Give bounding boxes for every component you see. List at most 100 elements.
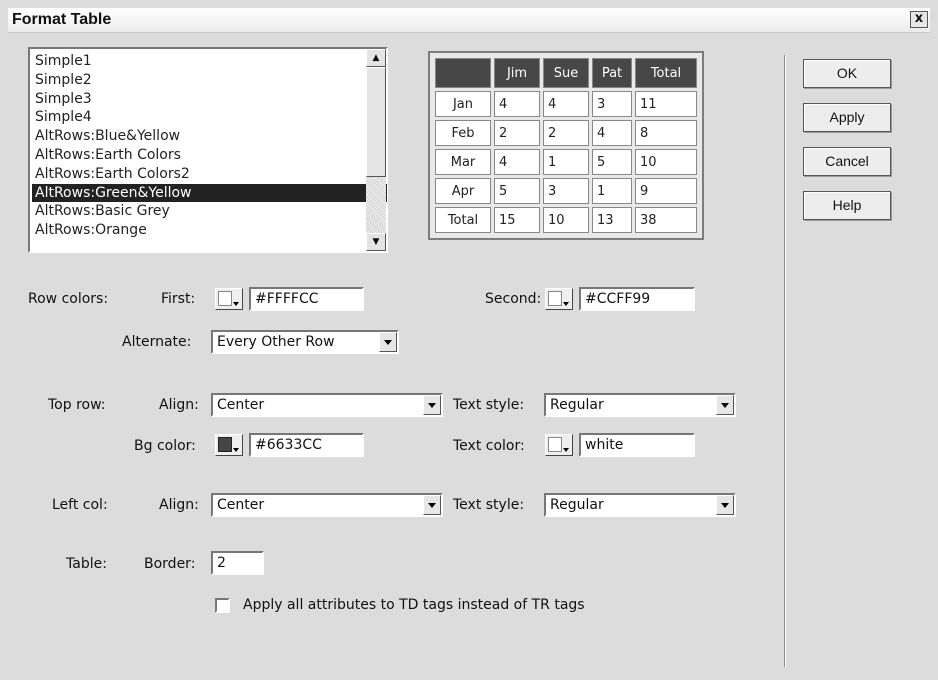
alternate-label: Alternate: bbox=[122, 334, 192, 350]
top-row-text-style-select[interactable]: Regular bbox=[544, 393, 736, 417]
table-row: Mar 4 1 5 10 bbox=[435, 149, 697, 175]
scroll-down-icon[interactable]: ▼ bbox=[366, 233, 386, 251]
list-item[interactable]: AltRows:Earth Colors bbox=[32, 146, 387, 165]
preview-cell: 5 bbox=[592, 149, 632, 175]
list-item[interactable]: AltRows:Blue&Yellow bbox=[32, 127, 387, 146]
top-row-label: Top row: bbox=[48, 397, 106, 413]
color-picker-icon[interactable] bbox=[215, 288, 243, 310]
color-picker-icon[interactable] bbox=[545, 434, 573, 456]
preview-header-cell: Pat bbox=[592, 58, 632, 88]
preview-cell: 5 bbox=[494, 178, 540, 204]
left-col-text-style-select[interactable]: Regular bbox=[544, 493, 736, 517]
dropdown-arrow-icon[interactable] bbox=[423, 495, 441, 515]
second-color-label: Second: bbox=[485, 291, 542, 307]
alternate-value: Every Other Row bbox=[217, 334, 335, 350]
dropdown-arrow-icon[interactable] bbox=[423, 395, 441, 415]
ok-button[interactable]: OK bbox=[803, 59, 891, 88]
preview-cell: 3 bbox=[592, 91, 632, 117]
top-row-align-label: Align: bbox=[159, 397, 199, 413]
preview-cell: 11 bbox=[635, 91, 697, 117]
preview-cell: 8 bbox=[635, 120, 697, 146]
preview-cell: 13 bbox=[592, 207, 632, 233]
preview-cell: Jan bbox=[435, 91, 491, 117]
list-item[interactable]: Simple1 bbox=[32, 52, 387, 71]
list-item[interactable]: AltRows:Orange bbox=[32, 221, 387, 240]
preview-cell: 4 bbox=[543, 91, 589, 117]
apply-button[interactable]: Apply bbox=[803, 103, 891, 132]
text-color-label: Text color: bbox=[453, 438, 525, 454]
cancel-button[interactable]: Cancel bbox=[803, 147, 891, 176]
table-row: Jan 4 4 3 11 bbox=[435, 91, 697, 117]
preview-header-cell: Sue bbox=[543, 58, 589, 88]
table-row: Apr 5 3 1 9 bbox=[435, 178, 697, 204]
preview-cell: 2 bbox=[494, 120, 540, 146]
vertical-scrollbar[interactable]: ▲ ▼ bbox=[366, 49, 386, 251]
preview-cell: Total bbox=[435, 207, 491, 233]
preview-cell: 1 bbox=[592, 178, 632, 204]
left-col-align-value: Center bbox=[217, 497, 265, 513]
table-row: Total 15 10 13 38 bbox=[435, 207, 697, 233]
apply-td-checkbox-label: Apply all attributes to TD tags instead … bbox=[243, 597, 585, 613]
left-col-label: Left col: bbox=[52, 497, 108, 513]
window-title: Format Table bbox=[12, 11, 112, 28]
table-label: Table: bbox=[66, 556, 107, 572]
dropdown-arrow-icon[interactable] bbox=[379, 332, 397, 352]
dropdown-arrow-icon[interactable] bbox=[716, 395, 734, 415]
preview-cell: 4 bbox=[592, 120, 632, 146]
border-label: Border: bbox=[144, 556, 196, 572]
text-color-field[interactable]: white bbox=[579, 433, 695, 457]
first-color-field[interactable]: #FFFFCC bbox=[249, 287, 364, 311]
help-button[interactable]: Help bbox=[803, 191, 891, 220]
table-row: Feb 2 2 4 8 bbox=[435, 120, 697, 146]
list-item-selected[interactable]: AltRows:Green&Yellow bbox=[32, 183, 387, 203]
preview-cell: Apr bbox=[435, 178, 491, 204]
scroll-up-icon[interactable]: ▲ bbox=[366, 49, 386, 67]
first-color-label: First: bbox=[161, 291, 196, 307]
preview-cell: 4 bbox=[494, 149, 540, 175]
second-color-field[interactable]: #CCFF99 bbox=[579, 287, 695, 311]
preview-cell: 1 bbox=[543, 149, 589, 175]
preview-header-cell: Total bbox=[635, 58, 697, 88]
table-styles-list[interactable]: Simple1 Simple2 Simple3 Simple4 AltRows:… bbox=[28, 47, 388, 253]
bg-color-label: Bg color: bbox=[134, 438, 196, 454]
preview-cell: 2 bbox=[543, 120, 589, 146]
list-item[interactable]: Simple4 bbox=[32, 108, 387, 127]
preview-cell: 9 bbox=[635, 178, 697, 204]
alternate-select[interactable]: Every Other Row bbox=[211, 330, 399, 354]
table-preview: Jim Sue Pat Total Jan 4 4 3 11 Feb 2 2 4… bbox=[428, 51, 704, 240]
preview-cell: 10 bbox=[543, 207, 589, 233]
color-picker-icon[interactable] bbox=[545, 288, 573, 310]
title-bar: Format Table x bbox=[8, 8, 930, 33]
left-col-align-label: Align: bbox=[159, 497, 199, 513]
divider bbox=[784, 55, 786, 667]
left-col-text-style-label: Text style: bbox=[453, 497, 525, 513]
scroll-thumb[interactable] bbox=[366, 67, 386, 177]
preview-header-row: Jim Sue Pat Total bbox=[435, 58, 697, 88]
preview-header-cell: Jim bbox=[494, 58, 540, 88]
left-col-text-style-value: Regular bbox=[550, 497, 604, 513]
preview-cell: 38 bbox=[635, 207, 697, 233]
list-item[interactable]: Simple2 bbox=[32, 71, 387, 90]
row-colors-label: Row colors: bbox=[28, 291, 109, 307]
border-field[interactable]: 2 bbox=[211, 551, 264, 575]
list-item[interactable]: Simple3 bbox=[32, 90, 387, 109]
list-item[interactable]: AltRows:Basic Grey bbox=[32, 202, 387, 221]
preview-cell: Mar bbox=[435, 149, 491, 175]
top-row-text-style-label: Text style: bbox=[453, 397, 525, 413]
list-item[interactable]: AltRows:Earth Colors2 bbox=[32, 165, 387, 184]
dropdown-arrow-icon[interactable] bbox=[716, 495, 734, 515]
bg-color-field[interactable]: #6633CC bbox=[249, 433, 364, 457]
dialog-body: Simple1 Simple2 Simple3 Simple4 AltRows:… bbox=[8, 33, 930, 680]
apply-td-checkbox[interactable] bbox=[215, 598, 230, 613]
preview-cell: 3 bbox=[543, 178, 589, 204]
table-styles-items: Simple1 Simple2 Simple3 Simple4 AltRows:… bbox=[32, 52, 387, 240]
top-row-text-style-value: Regular bbox=[550, 397, 604, 413]
preview-cell: 15 bbox=[494, 207, 540, 233]
color-picker-icon[interactable] bbox=[215, 434, 243, 456]
preview-cell: Feb bbox=[435, 120, 491, 146]
top-row-align-select[interactable]: Center bbox=[211, 393, 443, 417]
left-col-align-select[interactable]: Center bbox=[211, 493, 443, 517]
top-row-align-value: Center bbox=[217, 397, 265, 413]
close-icon[interactable]: x bbox=[910, 11, 928, 28]
preview-header-cell bbox=[435, 58, 491, 88]
